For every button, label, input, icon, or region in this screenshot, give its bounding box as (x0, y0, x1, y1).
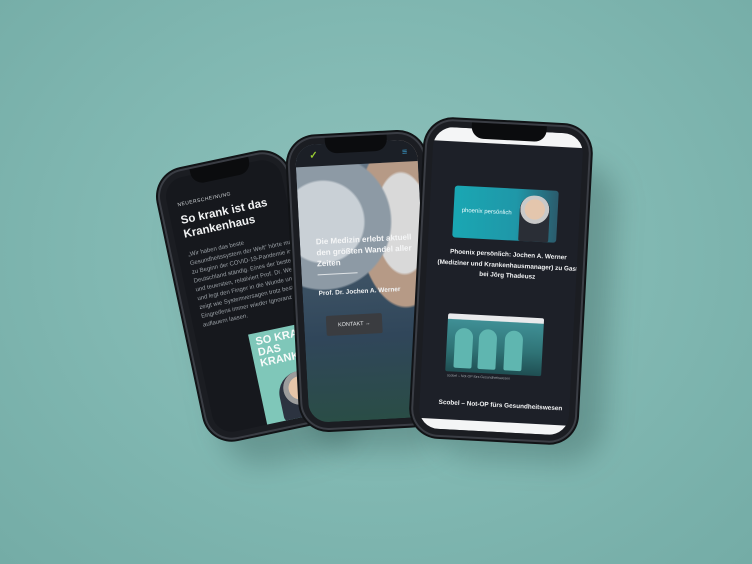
phone-right-screen: phoenix persönlich Phoenix persönlich: J… (418, 126, 584, 436)
phone-right: phoenix persönlich Phoenix persönlich: J… (411, 119, 591, 443)
video-thumbnail-phoenix[interactable]: phoenix persönlich (452, 185, 559, 243)
logo-icon[interactable]: ✓ (309, 150, 318, 161)
hamburger-menu-icon[interactable]: ≡ (402, 147, 408, 157)
surgeon-figure (477, 328, 498, 370)
guest-portrait (518, 194, 551, 243)
surgeon-figure (453, 327, 474, 369)
hero-background-image (294, 138, 432, 424)
contact-button[interactable]: KONTAKT → (325, 313, 383, 336)
video-title-phoenix[interactable]: Phoenix persönlich: Jochen A. Werner (Me… (434, 247, 581, 286)
phone-middle-screen: ✓ ≡ Die Medizin erlebt aktuell den größt… (294, 138, 432, 424)
bottom-white-bar (418, 417, 569, 436)
surgeon-figure (503, 330, 524, 372)
hero-headline: Die Medizin erlebt aktuell den größten W… (315, 232, 412, 269)
video-title-scobel[interactable]: Scobel – Not-OP fürs Gesundheitswesen (425, 398, 575, 413)
thumbnail-label: phoenix persönlich (461, 207, 512, 217)
video-thumbnail-scobel[interactable] (445, 313, 545, 377)
